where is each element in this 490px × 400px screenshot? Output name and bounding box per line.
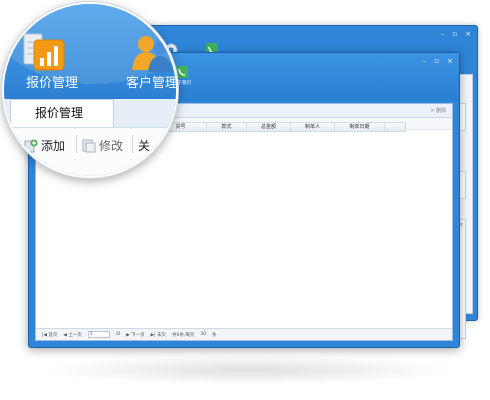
drop-shadow: [40, 355, 460, 385]
pagination-bar: |◀ 首页 ◀ 上一页 1 /0 ▶ 下一页 ▶| 末页 共0条,每页 30 条: [36, 328, 452, 340]
next-page-button[interactable]: ▶ 下一页: [126, 332, 144, 338]
close-button[interactable]: ×: [447, 57, 453, 65]
per-page-value[interactable]: 30: [200, 332, 206, 337]
close-tool-label: 关: [138, 139, 151, 153]
prev-page-button[interactable]: ◀ 上一页: [63, 332, 81, 338]
record-summary: 共0条,每页: [172, 332, 195, 338]
grid-col-total[interactable]: 总金额: [247, 123, 291, 131]
back-window-controls: – ▫ ×: [441, 30, 471, 38]
toolbar-divider: [132, 135, 133, 153]
grid-col-creator[interactable]: 制单人: [291, 123, 335, 131]
edit-icon: [82, 139, 96, 152]
tab-delete-link[interactable]: ✕ 删除: [430, 107, 446, 114]
minimize-button[interactable]: –: [441, 30, 445, 38]
edit-button[interactable]: 修改: [82, 137, 123, 154]
toolbar-divider: [76, 135, 77, 153]
add-label: 添加: [41, 139, 66, 153]
first-page-label: 首页: [48, 332, 58, 338]
close-tool-button[interactable]: 关: [138, 137, 150, 154]
front-window-controls: – ▫ ×: [423, 57, 453, 65]
quote-management-app[interactable]: [22, 32, 66, 72]
close-button[interactable]: ×: [465, 30, 471, 38]
maximize-button[interactable]: ▫: [452, 30, 457, 38]
page-input[interactable]: 1: [87, 331, 110, 338]
last-page-button[interactable]: ▶| 末页: [151, 332, 166, 338]
maximize-button[interactable]: ▫: [434, 57, 439, 65]
prev-page-label: 上一页: [68, 332, 82, 338]
customer-icon: [132, 36, 172, 72]
grid-col-date[interactable]: 制单日期: [335, 123, 385, 131]
per-page-unit: 条: [212, 332, 217, 338]
add-button[interactable]: 添加: [24, 137, 65, 154]
tab-quote-management[interactable]: 报价管理: [10, 99, 114, 127]
edit-label: 修改: [99, 139, 124, 153]
magnifier-lens: 报价管理 客户管理 报价管理 添加 修改 关: [2, 2, 178, 178]
tab-delete-label: 删除: [435, 108, 446, 114]
next-page-label: 下一页: [131, 332, 145, 338]
minimize-button[interactable]: –: [423, 57, 427, 65]
add-icon: [24, 139, 38, 152]
bar-chart-icon: [23, 33, 65, 71]
quote-management-label: 报价管理: [26, 76, 79, 91]
customer-management-app[interactable]: [130, 34, 174, 72]
first-page-button[interactable]: |◀ 首页: [42, 332, 57, 338]
last-page-label: 末页: [157, 332, 167, 338]
customer-management-label: 客户管理: [126, 76, 178, 91]
page-total: /0: [115, 332, 121, 337]
grid-col-style[interactable]: 款式: [207, 123, 247, 131]
